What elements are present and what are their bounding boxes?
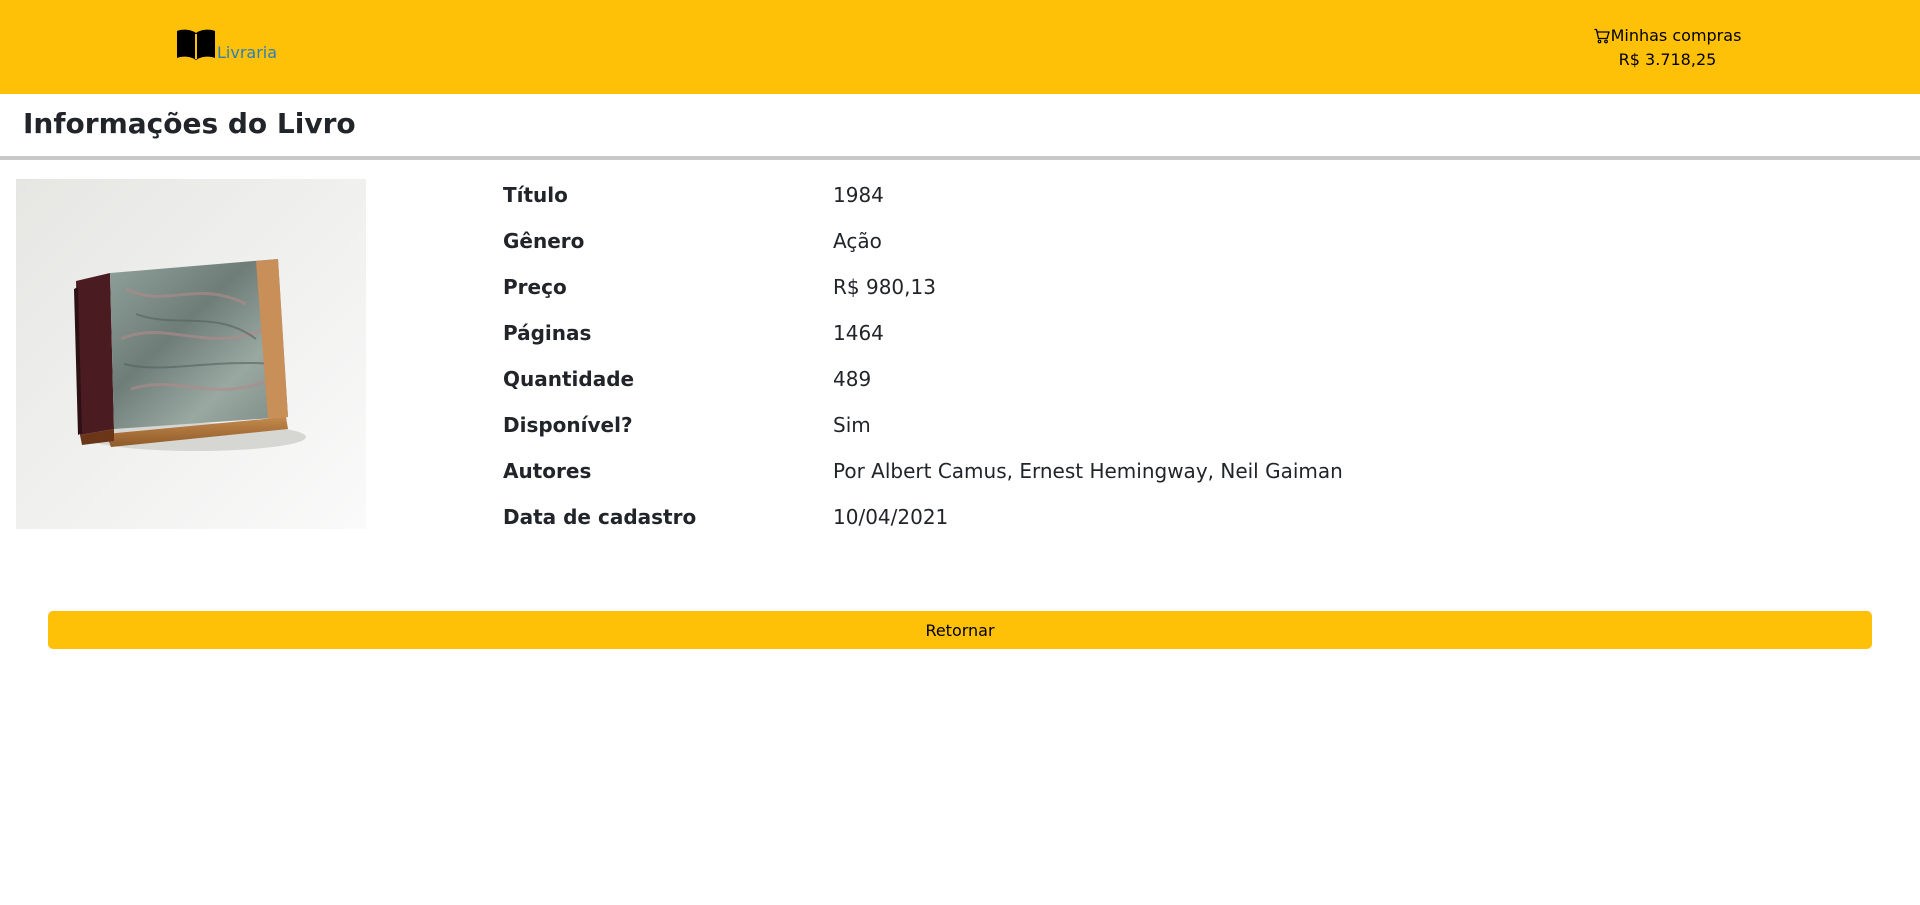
book-cover-image	[16, 179, 366, 529]
registration-date-value: 10/04/2021	[833, 505, 949, 529]
page-title-bar: Informações do Livro	[0, 94, 1920, 160]
table-row: Autores Por Albert Camus, Ernest Hemingw…	[503, 448, 1533, 494]
brand-link[interactable]: Livraria	[175, 27, 277, 63]
table-row: Título 1984	[503, 172, 1533, 218]
authors-value: Por Albert Camus, Ernest Hemingway, Neil…	[833, 459, 1343, 483]
cart-icon	[1594, 28, 1611, 44]
pages-value: 1464	[833, 321, 884, 345]
table-row: Disponível? Sim	[503, 402, 1533, 448]
book-info-table: Título 1984 Gênero Ação Preço R$ 980,13 …	[503, 172, 1533, 540]
genre-value: Ação	[833, 229, 882, 253]
my-purchases-link[interactable]: Minhas compras R$ 3.718,25	[1590, 24, 1745, 72]
page-title: Informações do Livro	[23, 107, 356, 140]
table-row: Data de cadastro 10/04/2021	[503, 494, 1533, 540]
registration-date-label: Data de cadastro	[503, 505, 697, 529]
quantity-label: Quantidade	[503, 367, 635, 391]
pages-label: Páginas	[503, 321, 592, 345]
brand-label: Livraria	[217, 43, 278, 62]
open-book-icon	[175, 27, 217, 63]
table-row: Gênero Ação	[503, 218, 1533, 264]
available-label: Disponível?	[503, 413, 633, 437]
genre-label: Gênero	[503, 229, 585, 253]
title-label: Título	[503, 183, 568, 207]
quantity-value: 489	[833, 367, 872, 391]
return-button[interactable]: Retornar	[48, 611, 1872, 649]
cart-label: Minhas compras	[1610, 26, 1742, 45]
available-value: Sim	[833, 413, 871, 437]
table-row: Preço R$ 980,13	[503, 264, 1533, 310]
table-row: Páginas 1464	[503, 310, 1533, 356]
price-value: R$ 980,13	[833, 275, 936, 299]
table-row: Quantidade 489	[503, 356, 1533, 402]
title-value: 1984	[833, 183, 884, 207]
authors-label: Autores	[503, 459, 592, 483]
cart-total: R$ 3.718,25	[1618, 50, 1717, 69]
top-navbar: Livraria Minhas compras R$ 3.718,25	[0, 0, 1920, 94]
price-label: Preço	[503, 275, 567, 299]
